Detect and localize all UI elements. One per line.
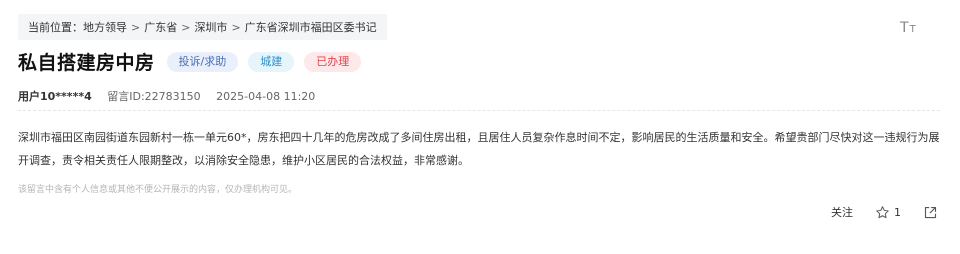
domain-tag: 城建 xyxy=(248,51,295,72)
breadcrumb: 当前位置： 地方领导 > 广东省 > 深圳市 > 广东省深圳市福田区委书记 xyxy=(18,14,387,40)
user-name: 用户10*****4 xyxy=(18,90,92,103)
type-tag: 投诉/求助 xyxy=(166,51,239,72)
follow-button[interactable]: 关注 xyxy=(831,204,853,220)
page-title: 私自搭建房中房 xyxy=(18,52,155,74)
share-button[interactable] xyxy=(923,205,938,220)
breadcrumb-item-official[interactable]: 广东省深圳市福田区委书记 xyxy=(245,19,377,35)
title-row: 私自搭建房中房 投诉/求助 城建 已办理 xyxy=(18,48,362,75)
divider xyxy=(18,110,940,111)
star-icon xyxy=(876,205,889,218)
breadcrumb-separator: > xyxy=(131,20,141,34)
font-size-icon[interactable]: TT xyxy=(900,17,920,35)
like-button[interactable]: 1 xyxy=(875,205,901,220)
breadcrumb-separator: > xyxy=(181,20,191,34)
breadcrumb-item-province[interactable]: 广东省 xyxy=(144,19,177,35)
breadcrumb-item-city[interactable]: 深圳市 xyxy=(194,19,227,35)
post-meta: 用户10*****4 留言ID:22783150 2025-04-08 11:2… xyxy=(18,88,327,104)
post-content: 深圳市福田区南园街道东园新村一栋一单元60*，房东把四十几年的危房改成了多间住房… xyxy=(18,131,940,167)
breadcrumb-separator: > xyxy=(231,20,241,34)
post-datetime: 2025-04-08 11:20 xyxy=(216,90,316,103)
privacy-note: 该留言中含有个人信息或其他不便公开展示的内容，仅办理机构可见。 xyxy=(18,185,298,195)
breadcrumb-item-leaders[interactable]: 地方领导 xyxy=(83,19,127,35)
status-badge: 已办理 xyxy=(304,51,362,72)
post-actions: 关注 1 xyxy=(831,204,938,220)
message-id: 留言ID:22783150 xyxy=(107,90,201,103)
like-count: 1 xyxy=(894,205,901,219)
share-icon xyxy=(924,206,937,218)
breadcrumb-prefix: 当前位置： xyxy=(28,21,83,34)
